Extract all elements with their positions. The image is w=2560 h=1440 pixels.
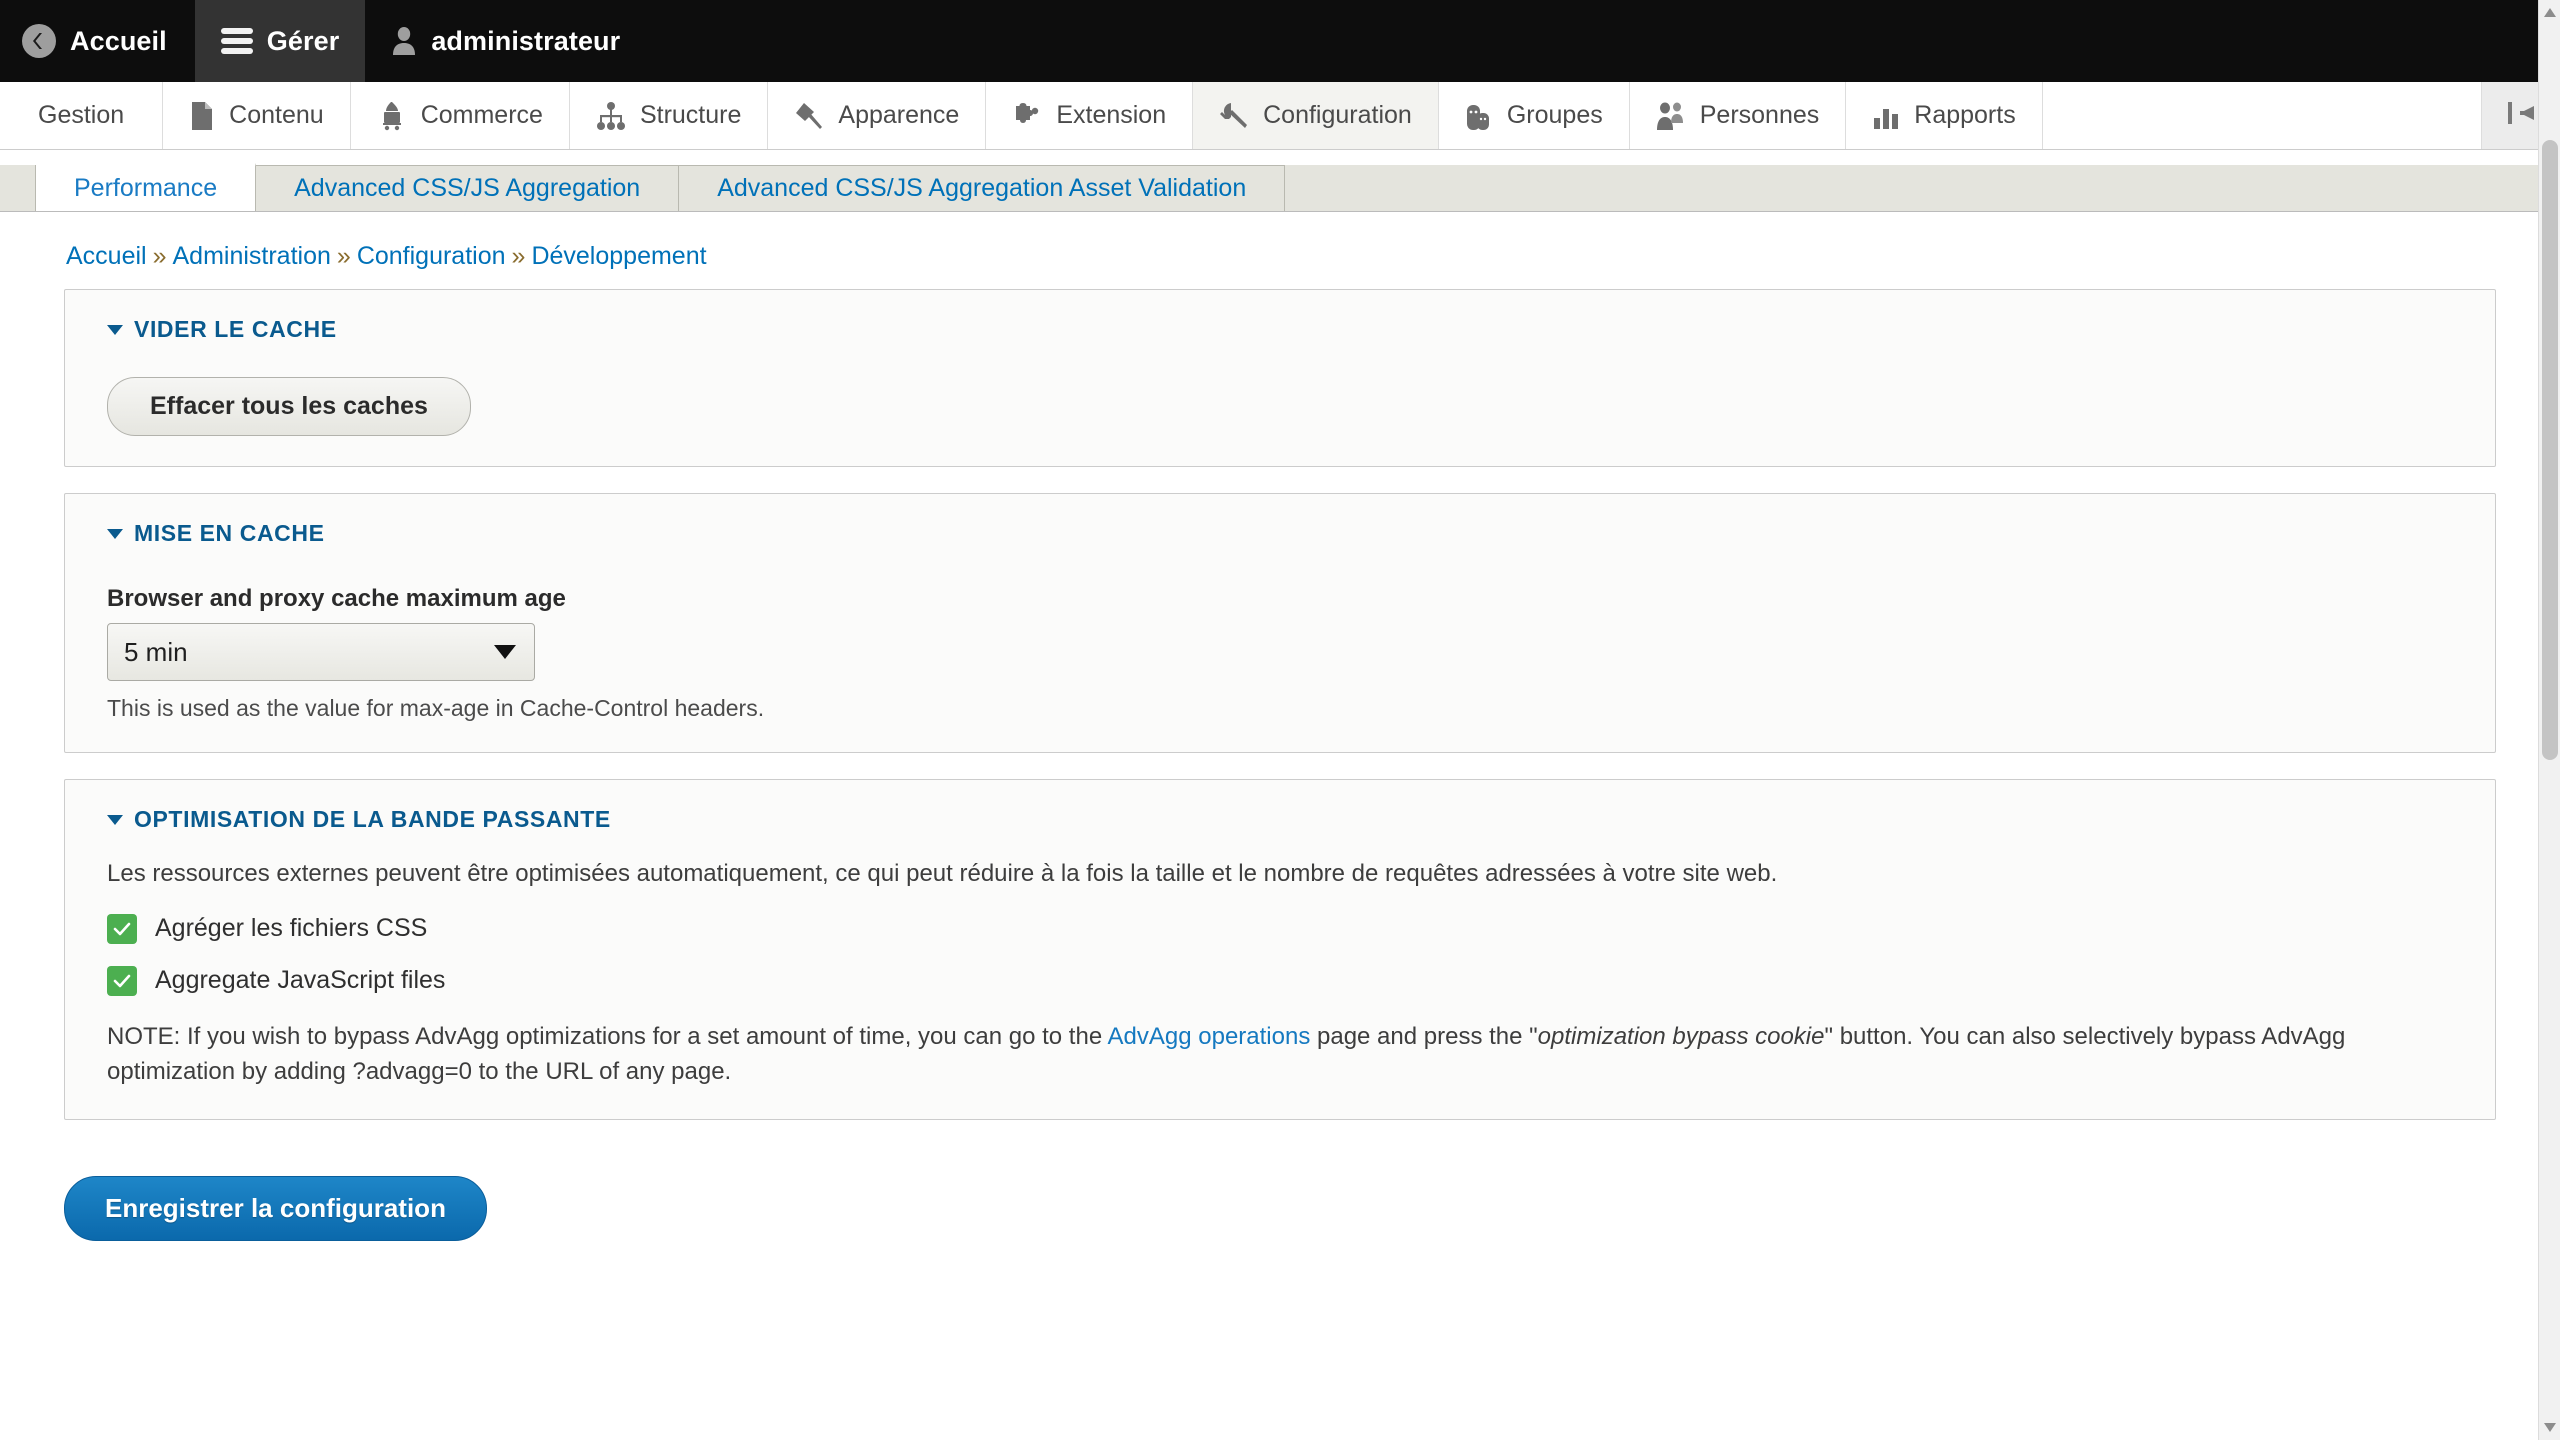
- tab-label: Performance: [74, 174, 218, 202]
- fieldset-clear-cache-legend[interactable]: VIDER LE CACHE: [107, 316, 2453, 343]
- fieldset-caching: MISE EN CACHE Browser and proxy cache ma…: [64, 493, 2496, 753]
- chevron-down-icon: [107, 528, 123, 539]
- legend-label: VIDER LE CACHE: [134, 316, 337, 342]
- admin-toolbar: Accueil Gérer administrateur: [0, 0, 2560, 82]
- fieldset-bandwidth-optimization: OPTIMISATION DE LA BANDE PASSANTE Les re…: [64, 779, 2496, 1121]
- menu-item-label: Groupes: [1506, 101, 1603, 129]
- menu-item-extension[interactable]: Extension: [986, 82, 1194, 149]
- fieldset-clear-cache: VIDER LE CACHE Effacer tous les caches: [64, 289, 2496, 467]
- person-icon: [391, 26, 417, 56]
- toolbar-manage-button[interactable]: Gérer: [194, 0, 366, 82]
- menu-item-personnes[interactable]: Personnes: [1629, 82, 1847, 149]
- max-age-select[interactable]: 5 min: [107, 623, 535, 681]
- save-configuration-button[interactable]: Enregistrer la configuration: [64, 1176, 487, 1242]
- advagg-note-part1: NOTE: If you wish to bypass AdvAgg optim…: [107, 1022, 1108, 1050]
- toolbar-manage-label: Gérer: [266, 25, 340, 56]
- paintbrush-icon: [794, 101, 824, 131]
- max-age-select-value: 5 min: [124, 636, 188, 667]
- tab-label: Advanced CSS/JS Aggregation Asset Valida…: [717, 174, 1247, 202]
- puzzle-piece-icon: [1012, 102, 1042, 130]
- aggregate-css-label[interactable]: Agréger les fichiers CSS: [155, 914, 427, 943]
- chevron-down-icon: [107, 814, 123, 825]
- primary-tabs: Performance Advanced CSS/JS Aggregation …: [0, 150, 2560, 212]
- breadcrumb-item-configuration[interactable]: Configuration: [357, 242, 506, 270]
- chevron-down-icon: [494, 645, 516, 659]
- tab-performance[interactable]: Performance: [36, 163, 257, 211]
- toolbar-user-button[interactable]: administrateur: [365, 0, 646, 82]
- toolbar-user-label: administrateur: [431, 25, 621, 56]
- chevron-down-icon: [107, 324, 123, 335]
- tab-advanced-cssjs-aggregation[interactable]: Advanced CSS/JS Aggregation: [256, 165, 680, 211]
- aggregate-js-checkbox[interactable]: [107, 965, 137, 996]
- bandwidth-intro-text: Les ressources externes peuvent être opt…: [107, 860, 1778, 887]
- admin-menu-bar: Gestion Contenu Commerce Structure Appar…: [0, 82, 2560, 150]
- advagg-note-part2: page and press the ": [1310, 1022, 1538, 1050]
- sitemap-icon: [596, 101, 626, 130]
- page-content: Accueil» Administration» Configuration» Dév…: [0, 212, 2560, 1282]
- tabs-leading-edge: [0, 165, 36, 211]
- tabs-trailing-edge: [1285, 165, 2560, 211]
- menu-item-label: Rapports: [1914, 101, 2016, 129]
- menu-item-label: Gestion: [38, 101, 125, 129]
- advagg-operations-link[interactable]: AdvAgg operations: [1108, 1023, 1311, 1050]
- toolbar-home-label: Accueil: [70, 25, 167, 56]
- legend-label: OPTIMISATION DE LA BANDE PASSANTE: [134, 806, 611, 832]
- scrollbar-thumb[interactable]: [2542, 140, 2558, 760]
- breadcrumb-item-accueil[interactable]: Accueil: [66, 242, 147, 270]
- menu-item-label: Extension: [1056, 101, 1167, 129]
- breadcrumb: Accueil» Administration» Configuration» Dév…: [64, 212, 2496, 289]
- advagg-note-italic: optimization bypass cookie: [1537, 1022, 1825, 1050]
- breadcrumb-item-administration[interactable]: Administration: [173, 242, 331, 270]
- collapse-left-icon: [2504, 99, 2538, 132]
- menu-item-gestion[interactable]: Gestion: [0, 82, 164, 149]
- aggregate-js-label[interactable]: Aggregate JavaScript files: [155, 966, 445, 995]
- menu-item-label: Personnes: [1699, 101, 1820, 129]
- shopping-cart-icon: [377, 101, 407, 131]
- menu-item-label: Apparence: [838, 101, 960, 129]
- toolbar-home-button[interactable]: Accueil: [0, 0, 195, 82]
- aggregate-css-row: Agréger les fichiers CSS: [107, 913, 2453, 944]
- fieldset-bandwidth-legend[interactable]: OPTIMISATION DE LA BANDE PASSANTE: [107, 806, 2453, 833]
- menu-item-label: Commerce: [420, 101, 543, 129]
- scroll-down-arrow-icon[interactable]: [2544, 1423, 2556, 1432]
- menu-item-commerce[interactable]: Commerce: [350, 82, 570, 149]
- document-icon: [189, 101, 215, 131]
- bar-chart-icon: [1872, 102, 1900, 130]
- back-circle-icon: [22, 24, 56, 58]
- menu-item-structure[interactable]: Structure: [569, 82, 769, 149]
- max-age-description: This is used as the value for max-age in…: [107, 695, 765, 721]
- legend-label: MISE EN CACHE: [134, 520, 325, 546]
- menu-item-apparence[interactable]: Apparence: [768, 82, 987, 149]
- menu-item-contenu[interactable]: Contenu: [163, 82, 351, 149]
- menu-item-rapports[interactable]: Rapports: [1846, 82, 2043, 149]
- scroll-up-arrow-icon[interactable]: [2544, 8, 2556, 17]
- menu-item-label: Contenu: [229, 101, 324, 129]
- aggregate-css-checkbox[interactable]: [107, 913, 137, 944]
- groups-icon: [1465, 101, 1493, 131]
- menu-item-configuration[interactable]: Configuration: [1193, 82, 1439, 149]
- advagg-note: NOTE: If you wish to bypass AdvAgg optim…: [107, 1020, 2453, 1090]
- fieldset-caching-legend[interactable]: MISE EN CACHE: [107, 520, 2453, 547]
- menu-item-label: Structure: [639, 101, 742, 129]
- breadcrumb-separator: »: [336, 242, 351, 270]
- wrench-icon: [1219, 101, 1249, 131]
- breadcrumb-separator: »: [152, 242, 167, 270]
- breadcrumb-item-developpement[interactable]: Développement: [531, 242, 706, 270]
- aggregate-js-row: Aggregate JavaScript files: [107, 965, 2453, 996]
- menu-item-label: Configuration: [1263, 101, 1412, 129]
- clear-all-caches-button[interactable]: Effacer tous les caches: [107, 377, 471, 436]
- menu-item-groupes[interactable]: Groupes: [1438, 82, 1630, 149]
- page-scrollbar[interactable]: [2538, 0, 2560, 1440]
- tab-label: Advanced CSS/JS Aggregation: [294, 174, 641, 202]
- tab-advanced-cssjs-asset-validation[interactable]: Advanced CSS/JS Aggregation Asset Valida…: [679, 165, 1286, 211]
- hamburger-icon: [220, 28, 253, 54]
- menu-spacer: [2042, 82, 2482, 149]
- max-age-field-label: Browser and proxy cache maximum age: [107, 585, 566, 612]
- people-icon: [1656, 101, 1686, 131]
- breadcrumb-separator: »: [511, 242, 526, 270]
